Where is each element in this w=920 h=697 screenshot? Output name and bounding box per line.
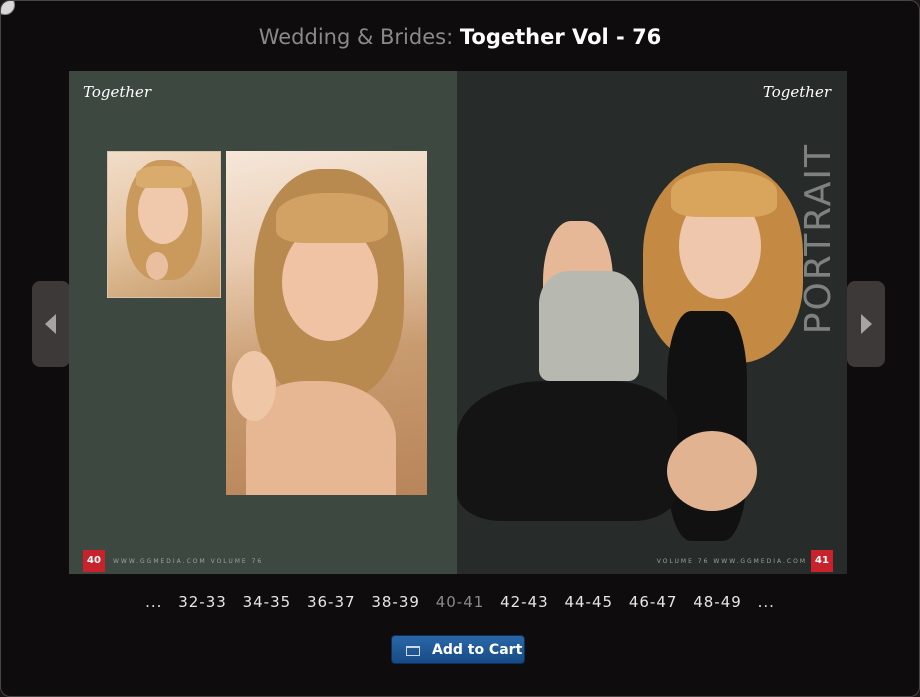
page-pagination: ... 32-33 34-35 36-37 38-39 40-41 42-43 … (1, 593, 919, 611)
right-page: Together PORTRAIT VOLUME 76 WWW.GGMEDIA.… (457, 71, 847, 574)
page-link-46-47[interactable]: 46-47 (629, 593, 678, 611)
magazine-viewer: Wedding & Brides: Together Vol - 76 Toge… (0, 0, 920, 697)
pagination-next-ellipsis[interactable]: ... (758, 593, 775, 611)
page-link-32-33[interactable]: 32-33 (178, 593, 227, 611)
page-number-badge-left: 40 (83, 550, 105, 572)
seated-model-photo (457, 71, 847, 574)
page-link-44-45[interactable]: 44-45 (564, 593, 613, 611)
page-link-34-35[interactable]: 34-35 (243, 593, 292, 611)
title-volume: Together Vol - 76 (459, 25, 662, 49)
cart-icon (406, 646, 420, 656)
next-page-button[interactable] (847, 281, 885, 367)
page-link-40-41-current: 40-41 (435, 593, 485, 611)
portrait-photo-large (226, 151, 427, 495)
brand-logo-left: Together (83, 83, 152, 101)
close-icon[interactable] (1, 1, 15, 15)
chevron-right-icon (861, 314, 872, 334)
footer-right: VOLUME 76 WWW.GGMEDIA.COM (656, 558, 807, 565)
pagination-prev-ellipsis[interactable]: ... (145, 593, 162, 611)
footer-left: WWW.GGMEDIA.COM VOLUME 76 (113, 558, 264, 565)
chevron-left-icon (45, 314, 56, 334)
title-category: Wedding & Brides: (258, 25, 454, 49)
page-link-36-37[interactable]: 36-37 (307, 593, 356, 611)
page-link-48-49[interactable]: 48-49 (693, 593, 742, 611)
page-link-42-43[interactable]: 42-43 (500, 593, 549, 611)
page-link-38-39[interactable]: 38-39 (371, 593, 420, 611)
add-to-cart-button[interactable]: Add to Cart (391, 635, 525, 664)
page-spread: Together 40 WWW.GGMEDIA.COM VOLUME 76 To… (69, 71, 847, 574)
portrait-photo-small (107, 151, 221, 298)
left-page: Together 40 WWW.GGMEDIA.COM VOLUME 76 (69, 71, 457, 574)
add-to-cart-label: Add to Cart (432, 642, 523, 658)
page-title: Wedding & Brides: Together Vol - 76 (1, 25, 919, 49)
previous-page-button[interactable] (32, 281, 70, 367)
page-number-badge-right: 41 (811, 550, 833, 572)
